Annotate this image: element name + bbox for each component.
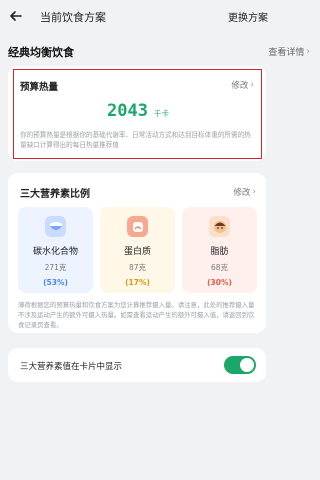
back-arrow-icon[interactable] xyxy=(8,8,24,24)
plan-name: 经典均衡饮食 xyxy=(8,46,74,59)
macro-edit-button[interactable]: 修改 › xyxy=(233,186,256,198)
macro-description: 薄荷根据您的预算热量和饮食方案为您计算推荐摄入量。请注意，此处的推荐摄入量不涉及… xyxy=(18,301,255,329)
view-detail-link[interactable]: 查看详情 › xyxy=(268,45,310,59)
protein-tile: 蛋白质 87克 (17%) xyxy=(100,207,175,293)
toggle-knob xyxy=(240,358,254,372)
highlight-box xyxy=(13,69,262,159)
view-detail-label: 查看详情 xyxy=(268,48,305,58)
rice-bowl-icon xyxy=(45,216,66,237)
fat-grams: 68克 xyxy=(210,263,229,272)
toggle-label: 三大营养素值在卡片中显示 xyxy=(20,362,123,372)
page-title: 当前饮食方案 xyxy=(40,11,106,24)
carb-name: 碳水化合物 xyxy=(32,247,78,257)
top-bar: 当前饮食方案 更换方案 xyxy=(0,0,274,34)
carb-tile: 碳水化合物 271克 (53%) xyxy=(18,207,93,293)
display-toggle-card: 三大营养素值在卡片中显示 xyxy=(8,348,266,382)
macro-label: 三大营养素比例 xyxy=(20,189,90,200)
protein-percent: (17%) xyxy=(125,278,150,287)
carb-grams: 271克 xyxy=(44,263,67,272)
fat-name: 脂肪 xyxy=(210,247,229,257)
switch-plan-button[interactable]: 更换方案 xyxy=(228,9,268,24)
chevron-right-icon: › xyxy=(252,187,256,197)
carb-percent: (53%) xyxy=(43,278,68,287)
protein-name: 蛋白质 xyxy=(123,247,151,257)
fat-face-icon xyxy=(209,216,230,237)
macro-edit-label: 修改 xyxy=(233,188,251,198)
fat-percent: (30%) xyxy=(207,278,232,287)
fat-tile: 脂肪 68克 (30%) xyxy=(182,207,257,293)
macro-ratio-card: 三大营养素比例 修改 › 碳水化合物 271克 (53%) 蛋白质 87克 (1… xyxy=(8,173,266,333)
chevron-right-icon: › xyxy=(306,46,310,57)
show-macros-toggle[interactable] xyxy=(224,356,256,374)
protein-icon xyxy=(127,216,148,237)
protein-grams: 87克 xyxy=(128,263,147,272)
